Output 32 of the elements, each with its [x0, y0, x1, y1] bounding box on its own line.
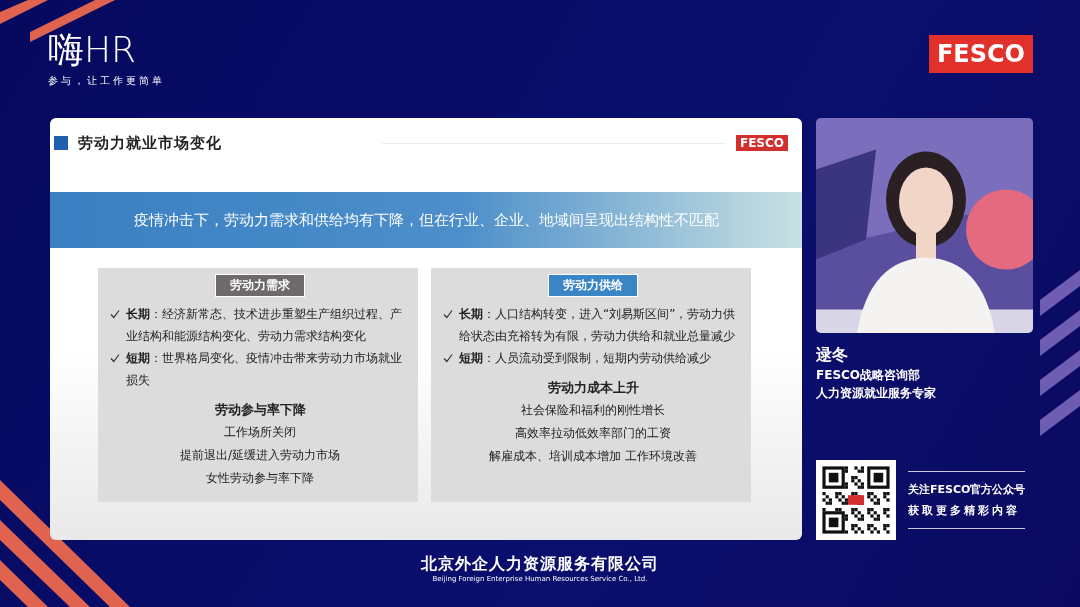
- panel-line: 社会保险和福利的刚性增长: [521, 402, 665, 419]
- panel-heading: 劳动力需求: [215, 274, 305, 297]
- bullet-text: 短期：世界格局变化、疫情冲击带来劳动力市场就业损失: [126, 350, 403, 389]
- bullet-text: 长期：人口结构转变，进入“刘易斯区间”，劳动力供给状态由充裕转为有限，劳动力供给和就业总量减少: [459, 306, 737, 345]
- panel-subheading: 劳动力成本上升: [547, 379, 639, 397]
- panel-subheading: 劳动参与率下降: [214, 401, 306, 419]
- speaker-title: 人力资源就业服务专家: [816, 385, 937, 402]
- slide-title: 劳动力就业市场变化: [78, 133, 222, 153]
- bullet-text: 长期：经济新常态、技术进步重塑生产组织过程、产业结构和能源结构变化、劳动力需求结构变化: [126, 306, 403, 345]
- check-icon: [443, 353, 453, 363]
- follow-text: 关注FESCO官方公众号: [908, 482, 1026, 497]
- company-name: 北京外企人力资源服务有限公司: [421, 554, 659, 575]
- panel-line: 女性劳动参与率下降: [206, 470, 314, 487]
- logo: 嗨HR: [48, 30, 138, 70]
- check-icon: [110, 353, 120, 363]
- title-marker-icon: [54, 136, 68, 150]
- panel-line: 解雇成本、培训成本增加 工作环境改善: [489, 448, 697, 465]
- panel-line: 提前退出/延缓进入劳动力市场: [179, 447, 340, 464]
- brand-badge: FESCO: [735, 135, 788, 151]
- panel-line: 高效率拉动低效率部门的工资: [515, 425, 671, 442]
- follow-text: 获取更多精彩内容: [908, 503, 1021, 518]
- banner: 疫情冲击下，劳动力需求和供给均有下降，但在行业、企业、地域间呈现出结构性不匹配: [50, 192, 802, 248]
- check-icon: [443, 309, 453, 319]
- speaker-name: 逯冬: [816, 345, 849, 366]
- panel-line: 工作场所关闭: [224, 424, 296, 441]
- tagline: 参与，让工作更简单: [48, 74, 165, 88]
- panel-heading: 劳动力供给: [548, 274, 638, 297]
- bullet-text: 短期：人员流动受到限制，短期内劳动供给减少: [459, 350, 711, 367]
- brand-badge: FESCO: [928, 35, 1033, 73]
- check-icon: [110, 309, 120, 319]
- speaker-title: FESCO战略咨询部: [816, 367, 922, 384]
- qr-code-icon: [816, 460, 896, 540]
